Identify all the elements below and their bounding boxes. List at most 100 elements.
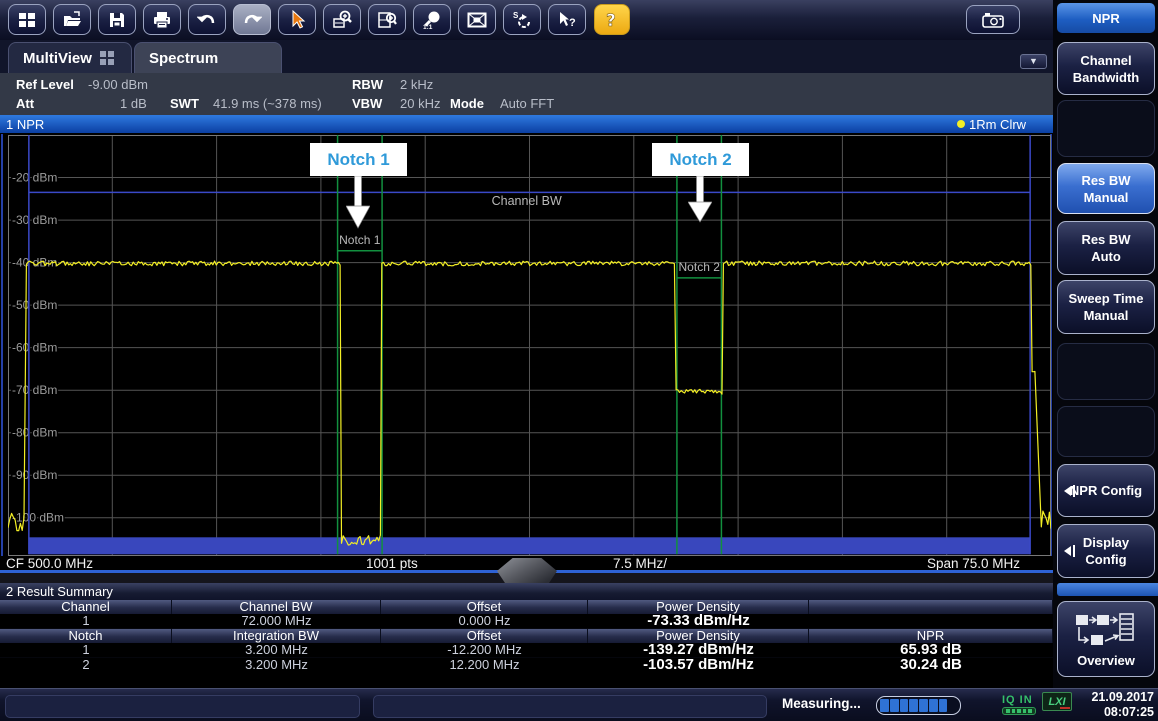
vbw-label: VBW: [352, 96, 382, 111]
softkey-channel-bandwidth[interactable]: Channel Bandwidth: [1057, 42, 1155, 95]
split-zoom-button[interactable]: [368, 4, 406, 35]
lxi-badge: LXI: [1042, 692, 1072, 711]
windows-button[interactable]: [8, 4, 46, 35]
svg-text:Notch 2: Notch 2: [679, 260, 721, 274]
help-button[interactable]: ?: [594, 4, 630, 35]
softkey-empty: [1057, 343, 1155, 400]
redo-button[interactable]: [233, 4, 271, 35]
cell-notch: 2: [0, 658, 172, 672]
notch2-arrow-down-icon: [688, 176, 712, 223]
svg-text:-20 dBm: -20 dBm: [12, 171, 57, 185]
tab-multiview[interactable]: MultiView: [8, 42, 132, 73]
continuous-sweep-button[interactable]: S: [503, 4, 541, 35]
chart-title: 1 NPR: [6, 117, 44, 132]
date-time: 21.09.2017 08:07:25: [1076, 690, 1154, 720]
cell-channel-bw: 72.000 MHz: [172, 614, 381, 628]
continuous-sweep-icon: S: [512, 10, 532, 30]
softkey-label: Res BW Manual: [1066, 172, 1146, 206]
redo-icon: [242, 10, 262, 30]
zoom-icon: [332, 10, 352, 30]
softkey-empty: [1057, 100, 1155, 157]
svg-text:1:1: 1:1: [423, 24, 433, 30]
measuring-status: Measuring...: [782, 696, 861, 711]
col-header: Offset: [381, 600, 588, 614]
zoom-button[interactable]: [323, 4, 361, 35]
svg-text:-60 dBm: -60 dBm: [12, 341, 57, 355]
sweep-progress-bar: [876, 696, 961, 715]
window-left-border: [1, 134, 3, 572]
tab-dropdown-button[interactable]: ▼: [1020, 54, 1047, 69]
col-header: Notch: [0, 629, 172, 643]
mode-label: Mode: [450, 96, 484, 111]
undo-icon: [197, 10, 217, 30]
zoom-1to1-icon: 1:1: [422, 10, 442, 30]
span: Span 75.0 MHz: [927, 556, 1020, 571]
status-message-panel: [373, 695, 767, 718]
svg-text:-70 dBm: -70 dBm: [12, 383, 57, 397]
tab-bar: MultiView Spectrum ▼: [0, 40, 1053, 73]
notch2-callout: Notch 2: [652, 143, 749, 176]
chart-title-bar: 1 NPR: [0, 115, 1053, 133]
svg-text:Channel BW: Channel BW: [492, 194, 562, 208]
spectrum-plot: -20 dBm-30 dBm-40 dBm-50 dBm-60 dBm-70 d…: [8, 135, 1051, 556]
cell-offset: -12.200 MHz: [381, 643, 588, 657]
print-button[interactable]: [143, 4, 181, 35]
col-header: NPR: [809, 629, 1053, 643]
softkey-res-bw-manual[interactable]: Res BW Manual: [1057, 163, 1155, 214]
select-cursor-icon: [287, 10, 307, 30]
undo-button[interactable]: [188, 4, 226, 35]
camera-icon: [981, 10, 1005, 30]
mode-value: Auto FFT: [500, 96, 554, 111]
softkey-label: Sweep Time Manual: [1066, 290, 1146, 324]
softkey-npr-config[interactable]: NPR Config: [1057, 464, 1155, 517]
open-icon: [62, 10, 82, 30]
notch1-callout-label: Notch 1: [327, 150, 389, 170]
context-help-button[interactable]: ?: [548, 4, 586, 35]
swt-value: 41.9 ms (~378 ms): [213, 96, 322, 111]
cell-offset: 0.000 Hz: [381, 614, 588, 628]
main-toolbar: 1:1 S ? ?: [0, 0, 1053, 40]
cell-channel: 1: [0, 614, 172, 628]
tab-spectrum[interactable]: Spectrum: [134, 42, 282, 73]
col-header: Integration BW: [172, 629, 381, 643]
print-icon: [152, 10, 172, 30]
cell-integration-bw: 3.200 MHz: [172, 658, 381, 672]
svg-text:-100 dBm: -100 dBm: [12, 511, 64, 525]
display-fit-button[interactable]: [458, 4, 496, 35]
cell-empty: [809, 614, 1053, 628]
time: 08:07:25: [1076, 705, 1154, 720]
result-summary-title-bar: 2 Result Summary: [0, 583, 1053, 600]
softkey-res-bw-auto[interactable]: Res BW Auto: [1057, 221, 1155, 275]
overview-label: Overview: [1077, 652, 1135, 669]
col-header: Power Density: [588, 600, 809, 614]
trace-color-dot: [957, 120, 965, 128]
softkey-sweep-time-manual[interactable]: Sweep Time Manual: [1057, 280, 1155, 334]
result-summary-bottom: [0, 672, 1053, 688]
col-header: Offset: [381, 629, 588, 643]
svg-text:-40 dBm: -40 dBm: [12, 256, 57, 270]
cell-power-density: -73.33 dBm/Hz: [588, 614, 809, 628]
softkey-display-config[interactable]: Display Config: [1057, 524, 1155, 578]
svg-text:-80 dBm: -80 dBm: [12, 426, 57, 440]
softkey-menu-title: NPR: [1092, 11, 1119, 26]
open-dialog-icon: [1064, 485, 1076, 497]
multiview-grid-icon: [100, 51, 114, 65]
cell-offset: 12.200 MHz: [381, 658, 588, 672]
channel-data-row: 1 72.000 MHz 0.000 Hz -73.33 dBm/Hz: [0, 614, 1053, 628]
softkey-label: Res BW Auto: [1066, 231, 1146, 265]
sweep-points: 1001 pts: [366, 556, 418, 571]
screenshot-button[interactable]: [966, 5, 1020, 34]
open-button[interactable]: [53, 4, 91, 35]
cell-power-density: -139.27 dBm/Hz: [588, 643, 809, 657]
save-button[interactable]: [98, 4, 136, 35]
softkey-empty: [1057, 406, 1155, 457]
select-button[interactable]: [278, 4, 316, 35]
iq-in-indicator: [1002, 707, 1036, 715]
zoom-1to1-button[interactable]: 1:1: [413, 4, 451, 35]
spectrum-analyzer-screen: 1:1 S ? ?: [0, 0, 1158, 721]
date: 21.09.2017: [1076, 690, 1154, 705]
sidebar-separator: [1057, 583, 1158, 596]
svg-text:?: ?: [569, 17, 576, 29]
svg-text:S: S: [513, 11, 519, 20]
overview-button[interactable]: Overview: [1057, 601, 1155, 677]
